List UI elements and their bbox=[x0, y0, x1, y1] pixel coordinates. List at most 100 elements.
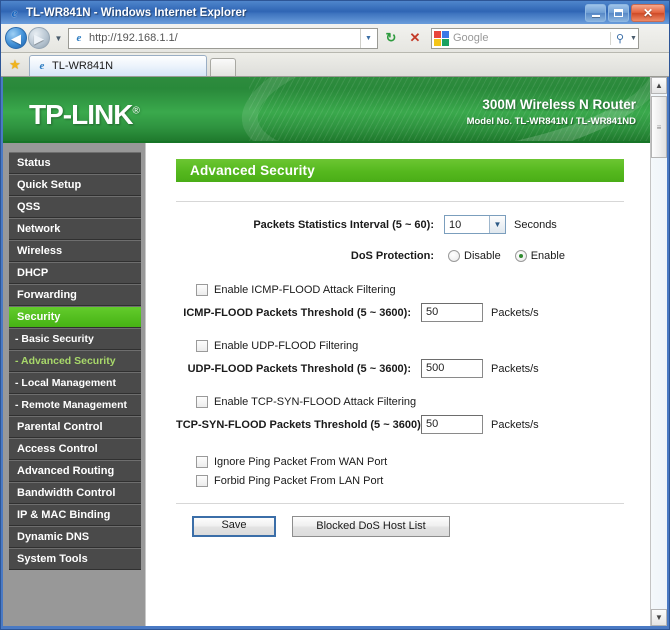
internet-explorer-icon: e bbox=[7, 5, 22, 20]
udp-flood-checkbox-row[interactable]: Enable UDP-FLOOD Filtering bbox=[176, 340, 624, 352]
sidebar-item-advanced-routing[interactable]: Advanced Routing bbox=[9, 460, 141, 482]
save-button[interactable]: Save bbox=[192, 516, 276, 537]
dos-disable-label: Disable bbox=[464, 250, 501, 262]
udp-flood-checkbox-label: Enable UDP-FLOOD Filtering bbox=[214, 340, 359, 352]
udp-flood-threshold-label: UDP-FLOOD Packets Threshold (5 ~ 3600): bbox=[187, 362, 411, 375]
close-button[interactable]: ✕ bbox=[631, 3, 665, 22]
icmp-flood-threshold-unit: Packets/s bbox=[491, 306, 539, 319]
tab-favicon-icon: e bbox=[39, 60, 45, 72]
refresh-button[interactable]: ↻ bbox=[380, 27, 402, 49]
tcp-syn-flood-block: Enable TCP-SYN-FLOOD Attack Filtering TC… bbox=[176, 396, 624, 434]
new-tab-button[interactable] bbox=[210, 58, 236, 76]
icmp-flood-checkbox[interactable] bbox=[196, 284, 208, 296]
tcp-syn-flood-checkbox[interactable] bbox=[196, 396, 208, 408]
scroll-up-button[interactable]: ▲ bbox=[651, 77, 667, 94]
sidebar-item-advanced-security[interactable]: - Advanced Security bbox=[9, 350, 141, 372]
forbid-ping-lan-checkbox[interactable] bbox=[196, 475, 208, 487]
dos-disable-option[interactable]: Disable bbox=[448, 250, 501, 262]
forbid-ping-lan-row[interactable]: Forbid Ping Packet From LAN Port bbox=[176, 475, 624, 487]
udp-flood-checkbox[interactable] bbox=[196, 340, 208, 352]
udp-flood-block: Enable UDP-FLOOD Filtering UDP-FLOOD Pac… bbox=[176, 340, 624, 378]
ie-glyph: e bbox=[11, 5, 18, 20]
packets-interval-select[interactable]: 10 ▼ bbox=[444, 215, 506, 234]
sidebar-item-local-management[interactable]: - Local Management bbox=[9, 372, 141, 394]
sidebar-item-forwarding[interactable]: Forwarding bbox=[9, 284, 141, 306]
dos-enable-option[interactable]: Enable bbox=[514, 250, 565, 262]
udp-flood-threshold-unit: Packets/s bbox=[491, 362, 539, 375]
vertical-scrollbar[interactable]: ▲ ≡ ▼ bbox=[650, 77, 667, 626]
radio-icon[interactable] bbox=[448, 250, 460, 262]
sidebar-item-status[interactable]: Status bbox=[9, 152, 141, 174]
star-icon: ★ bbox=[9, 57, 21, 72]
maximize-button[interactable] bbox=[608, 3, 629, 22]
chevron-up-icon: ▲ bbox=[655, 81, 663, 90]
tcp-syn-flood-checkbox-row[interactable]: Enable TCP-SYN-FLOOD Attack Filtering bbox=[176, 396, 624, 408]
scrollbar-track[interactable]: ≡ bbox=[651, 94, 667, 609]
recent-pages-button[interactable]: ▼ bbox=[52, 34, 65, 43]
sidebar-item-wireless[interactable]: Wireless bbox=[9, 240, 141, 262]
sidebar-item-parental-control[interactable]: Parental Control bbox=[9, 416, 141, 438]
sidebar-item-dynamic-dns[interactable]: Dynamic DNS bbox=[9, 526, 141, 548]
forward-button[interactable]: ▶ bbox=[28, 27, 50, 49]
sidebar-menu: Status Quick Setup QSS Network Wireless … bbox=[3, 143, 146, 626]
udp-flood-threshold-input[interactable]: 500 bbox=[421, 359, 483, 378]
sidebar-item-access-control[interactable]: Access Control bbox=[9, 438, 141, 460]
forbid-ping-lan-label: Forbid Ping Packet From LAN Port bbox=[214, 475, 384, 487]
sidebar-item-qss[interactable]: QSS bbox=[9, 196, 141, 218]
back-button[interactable]: ◀ bbox=[5, 27, 27, 49]
search-provider-dropdown[interactable]: ▼ bbox=[629, 35, 638, 42]
icmp-flood-checkbox-row[interactable]: Enable ICMP-FLOOD Attack Filtering bbox=[176, 284, 624, 296]
icmp-flood-threshold-row: ICMP-FLOOD Packets Threshold (5 ~ 3600):… bbox=[176, 303, 624, 322]
scrollbar-grip-icon: ≡ bbox=[656, 122, 662, 132]
stop-button[interactable]: ✕ bbox=[404, 27, 426, 49]
sidebar-item-remote-management[interactable]: - Remote Management bbox=[9, 394, 141, 416]
address-input[interactable]: http://192.168.1.1/ bbox=[86, 32, 360, 44]
packets-interval-row: Packets Statistics Interval (5 ~ 60): 10… bbox=[176, 215, 624, 234]
banner-product-info: 300M Wireless N Router Model No. TL-WR84… bbox=[467, 97, 636, 127]
scrollbar-thumb[interactable]: ≡ bbox=[651, 96, 667, 158]
chevron-down-icon: ▼ bbox=[655, 613, 663, 622]
radio-icon-selected[interactable] bbox=[514, 250, 527, 262]
chevron-down-icon: ▼ bbox=[54, 33, 63, 43]
tcp-syn-flood-threshold-row: TCP-SYN-FLOOD Packets Threshold (5 ~ 360… bbox=[176, 415, 624, 434]
banner-swoosh-decoration bbox=[231, 77, 650, 141]
minimize-button[interactable] bbox=[585, 3, 606, 22]
sidebar-item-quick-setup[interactable]: Quick Setup bbox=[9, 174, 141, 196]
close-icon: ✕ bbox=[642, 5, 654, 20]
search-box[interactable]: Google ⚲ ▼ bbox=[431, 27, 639, 49]
tcp-syn-flood-threshold-input[interactable]: 50 bbox=[421, 415, 483, 434]
main-content: Advanced Security Packets Statistics Int… bbox=[146, 143, 650, 626]
title-bar: e TL-WR841N - Windows Internet Explorer … bbox=[1, 1, 669, 24]
packets-interval-value: 10 bbox=[449, 218, 462, 231]
ignore-ping-wan-row[interactable]: Ignore Ping Packet From WAN Port bbox=[176, 456, 624, 468]
sidebar-item-bandwidth-control[interactable]: Bandwidth Control bbox=[9, 482, 141, 504]
search-submit-button[interactable]: ⚲ bbox=[610, 31, 629, 45]
browser-window: e TL-WR841N - Windows Internet Explorer … bbox=[0, 0, 670, 630]
sidebar-item-dhcp[interactable]: DHCP bbox=[9, 262, 141, 284]
favorites-button[interactable]: ★ bbox=[5, 54, 25, 76]
dos-protection-label: DoS Protection: bbox=[350, 250, 434, 262]
dos-enable-label: Enable bbox=[530, 250, 565, 262]
sidebar-filler bbox=[9, 570, 141, 626]
ignore-ping-wan-checkbox[interactable] bbox=[196, 456, 208, 468]
google-icon bbox=[434, 30, 449, 46]
page-viewport: TP-LINK® 300M Wireless N Router Model No… bbox=[1, 77, 669, 629]
sidebar-item-ip-mac-binding[interactable]: IP & MAC Binding bbox=[9, 504, 141, 526]
search-input[interactable]: Google bbox=[449, 32, 610, 44]
window-controls: ✕ bbox=[585, 3, 667, 22]
tab-tl-wr841n[interactable]: e TL-WR841N bbox=[29, 55, 207, 76]
scroll-down-button[interactable]: ▼ bbox=[651, 609, 667, 626]
sidebar-item-basic-security[interactable]: - Basic Security bbox=[9, 328, 141, 350]
refresh-icon: ↻ bbox=[385, 30, 397, 45]
blocked-dos-host-list-button[interactable]: Blocked DoS Host List bbox=[292, 516, 450, 537]
address-dropdown-button[interactable]: ▼ bbox=[360, 28, 376, 48]
sidebar-item-network[interactable]: Network bbox=[9, 218, 141, 240]
sidebar-item-system-tools[interactable]: System Tools bbox=[9, 548, 141, 570]
packets-interval-unit: Seconds bbox=[514, 218, 557, 231]
icmp-flood-threshold-input[interactable]: 50 bbox=[421, 303, 483, 322]
sidebar-item-security[interactable]: Security bbox=[9, 306, 141, 328]
chevron-down-icon[interactable]: ▼ bbox=[489, 216, 505, 233]
dos-protection-row: DoS Protection: Disable Enable bbox=[176, 250, 624, 262]
chevron-down-icon: ▼ bbox=[630, 34, 637, 42]
address-bar[interactable]: e http://192.168.1.1/ ▼ bbox=[68, 27, 378, 49]
